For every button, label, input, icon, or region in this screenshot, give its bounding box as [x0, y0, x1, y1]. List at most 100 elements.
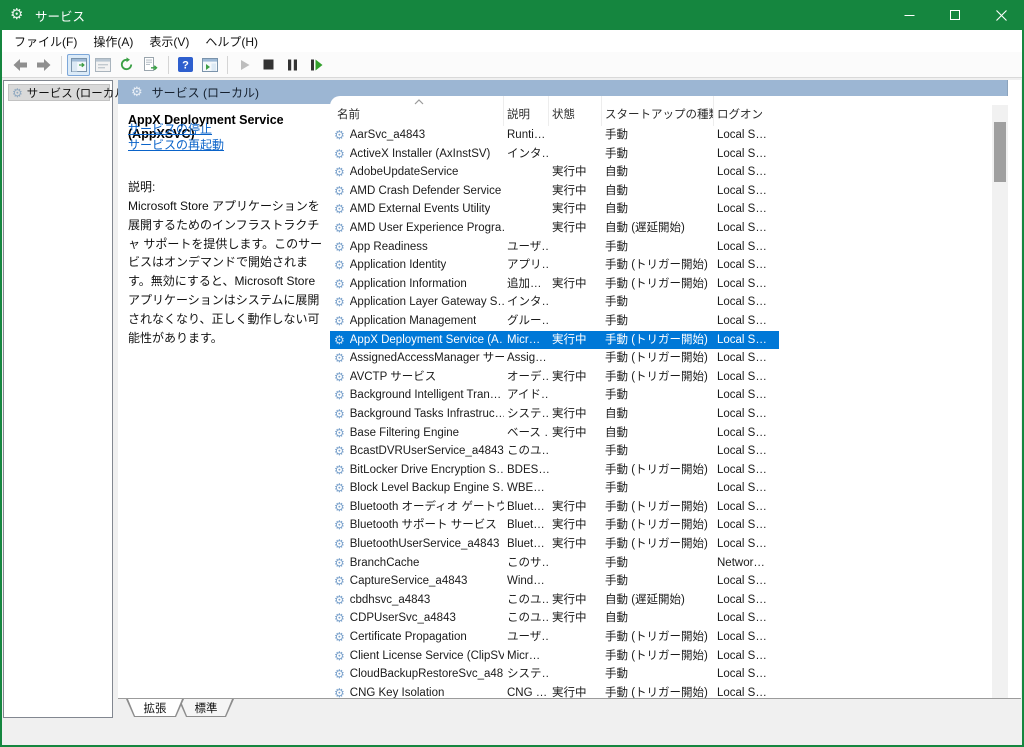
service-gear-icon: ⚙ [334, 461, 345, 480]
service-row[interactable]: ⚙Application Information追加…実行中手動 (トリガー開始… [330, 275, 779, 294]
service-logon-cell: Local S… [714, 628, 779, 647]
service-name: AdobeUpdateService [350, 163, 459, 182]
service-row[interactable]: ⚙Application Managementグルー…手動Local S… [330, 312, 779, 331]
service-description-cell: システ… [504, 665, 549, 684]
show-console-tree-button[interactable] [67, 54, 90, 76]
help-icon: ? [178, 57, 193, 72]
service-name: Client License Service (ClipSV… [350, 647, 504, 666]
restart-service-button[interactable] [305, 54, 328, 76]
service-name-cell: ⚙App Readiness [330, 238, 504, 257]
toolbar-separator [227, 56, 228, 74]
service-row[interactable]: ⚙Client License Service (ClipSV…Micr…手動 … [330, 647, 779, 666]
pause-service-button[interactable] [281, 54, 304, 76]
help-button[interactable]: ? [174, 54, 197, 76]
service-row[interactable]: ⚙CaptureService_a4843Wind…手動Local S… [330, 572, 779, 591]
service-name-cell: ⚙Block Level Backup Engine S… [330, 479, 504, 498]
service-row[interactable]: ⚙ActiveX Installer (AxInstSV)インタ…手動Local… [330, 145, 779, 164]
service-row[interactable]: ⚙CloudBackupRestoreSvc_a48…システ…手動Local S… [330, 665, 779, 684]
service-name: BluetoothUserService_a4843 [350, 535, 500, 554]
tab-extended[interactable]: 拡張 [126, 699, 184, 717]
service-row[interactable]: ⚙Bluetooth サポート サービスBluet…実行中手動 (トリガー開始)… [330, 516, 779, 535]
service-description-cell [504, 219, 549, 238]
service-name-cell: ⚙Base Filtering Engine [330, 424, 504, 443]
service-row[interactable]: ⚙BitLocker Drive Encryption S…BDES…手動 (ト… [330, 461, 779, 480]
maximize-button[interactable] [932, 0, 978, 30]
content-panel: ⚙ サービス (ローカル) AppX Deployment Service (A… [118, 80, 1021, 718]
service-row[interactable]: ⚙Certificate Propagationユーザ…手動 (トリガー開始)L… [330, 628, 779, 647]
pause-icon [287, 59, 298, 71]
action-pane-icon [202, 58, 218, 72]
stop-service-button[interactable] [257, 54, 280, 76]
service-name: Background Tasks Infrastruc… [350, 405, 504, 424]
service-row[interactable]: ⚙App Readinessユーザ…手動Local S… [330, 238, 779, 257]
service-startup-type-cell: 手動 (トリガー開始) [602, 535, 714, 554]
minimize-button[interactable] [886, 0, 932, 30]
service-row[interactable]: ⚙AppX Deployment Service (A…Micr…実行中手動 (… [330, 331, 779, 350]
forward-button[interactable] [32, 54, 55, 76]
column-header-startup-type[interactable]: スタートアップの種類 [602, 96, 714, 126]
service-row[interactable]: ⚙BranchCacheこのサ…手動Networ… [330, 554, 779, 573]
restart-service-link[interactable]: サービスの再起動 [128, 136, 224, 153]
back-button[interactable] [8, 54, 31, 76]
service-row[interactable]: ⚙AMD User Experience Progra…実行中自動 (遅延開始)… [330, 219, 779, 238]
export-list-button[interactable] [139, 54, 162, 76]
menu-file[interactable]: ファイル(F) [6, 30, 85, 53]
service-row[interactable]: ⚙BluetoothUserService_a4843Bluet…実行中手動 (… [330, 535, 779, 554]
service-row[interactable]: ⚙Base Filtering Engineベース …実行中自動Local S… [330, 424, 779, 443]
service-name-cell: ⚙AssignedAccessManager サー… [330, 349, 504, 368]
service-row[interactable]: ⚙Background Tasks Infrastruc…システ…実行中自動Lo… [330, 405, 779, 424]
window-title: サービス [35, 6, 85, 25]
stop-icon [263, 59, 274, 70]
service-row[interactable]: ⚙Application Identityアプリ…手動 (トリガー開始)Loca… [330, 256, 779, 275]
service-name-cell: ⚙Application Information [330, 275, 504, 294]
scrollbar-thumb[interactable] [994, 122, 1006, 182]
service-row[interactable]: ⚙AssignedAccessManager サー…Assig…手動 (トリガー… [330, 349, 779, 368]
service-row[interactable]: ⚙AarSvc_a4843Runti…手動Local S… [330, 126, 779, 145]
service-name: Application Identity [350, 256, 447, 275]
service-row[interactable]: ⚙cbdhsvc_a4843このユ…実行中自動 (遅延開始)Local S… [330, 591, 779, 610]
service-row[interactable]: ⚙AMD External Events Utility実行中自動Local S… [330, 200, 779, 219]
refresh-button[interactable] [115, 54, 138, 76]
service-status-cell [549, 665, 602, 684]
service-row[interactable]: ⚙BcastDVRUserService_a4843このユ…手動Local S… [330, 442, 779, 461]
service-gear-icon: ⚙ [334, 442, 345, 461]
service-status-cell [549, 461, 602, 480]
column-header-status[interactable]: 状態 [549, 96, 602, 126]
service-row[interactable]: ⚙AVCTP サービスオーデ…実行中手動 (トリガー開始)Local S… [330, 368, 779, 387]
service-name-cell: ⚙Client License Service (ClipSV… [330, 647, 504, 666]
service-gear-icon: ⚙ [334, 479, 345, 498]
column-header-logon[interactable]: ログオン [714, 96, 779, 126]
show-action-pane-button[interactable] [198, 54, 221, 76]
column-header-name[interactable]: 名前 [330, 96, 504, 126]
close-button[interactable] [978, 0, 1024, 30]
service-description-cell: グルー… [504, 312, 549, 331]
service-description-cell: このユ… [504, 609, 549, 628]
service-description-cell: Bluet… [504, 498, 549, 517]
service-description-cell: Bluet… [504, 516, 549, 535]
service-row[interactable]: ⚙AMD Crash Defender Service実行中自動Local S… [330, 182, 779, 201]
service-row[interactable]: ⚙Bluetooth オーディオ ゲートウェイ…Bluet…実行中手動 (トリガ… [330, 498, 779, 517]
menu-action[interactable]: 操作(A) [85, 30, 141, 53]
properties-button[interactable] [91, 54, 114, 76]
refresh-icon [119, 57, 134, 72]
menu-help[interactable]: ヘルプ(H) [197, 30, 266, 53]
service-row[interactable]: ⚙Block Level Backup Engine S…WBE…手動Local… [330, 479, 779, 498]
service-description-cell [504, 163, 549, 182]
vertical-scrollbar[interactable] [992, 105, 1008, 700]
tab-standard[interactable]: 標準 [178, 699, 234, 717]
stop-service-link[interactable]: サービスの停止 [128, 120, 212, 137]
restart-icon [310, 59, 323, 71]
service-row[interactable]: ⚙AdobeUpdateService実行中自動Local S… [330, 163, 779, 182]
service-name-cell: ⚙Application Layer Gateway S… [330, 293, 504, 312]
service-row[interactable]: ⚙CDPUserSvc_a4843このユ…実行中自動Local S… [330, 609, 779, 628]
service-gear-icon: ⚙ [334, 424, 345, 443]
service-startup-type-cell: 手動 (トリガー開始) [602, 461, 714, 480]
column-header-description[interactable]: 説明 [504, 96, 549, 126]
start-service-button[interactable] [233, 54, 256, 76]
service-logon-cell: Local S… [714, 126, 779, 145]
menu-view[interactable]: 表示(V) [141, 30, 197, 53]
service-row[interactable]: ⚙Application Layer Gateway S…インタ…手動Local… [330, 293, 779, 312]
service-name-cell: ⚙ActiveX Installer (AxInstSV) [330, 145, 504, 164]
tree-item-services-local[interactable]: ⚙ サービス (ローカル) [8, 84, 110, 101]
service-row[interactable]: ⚙Background Intelligent Tran…アイド…手動Local… [330, 386, 779, 405]
